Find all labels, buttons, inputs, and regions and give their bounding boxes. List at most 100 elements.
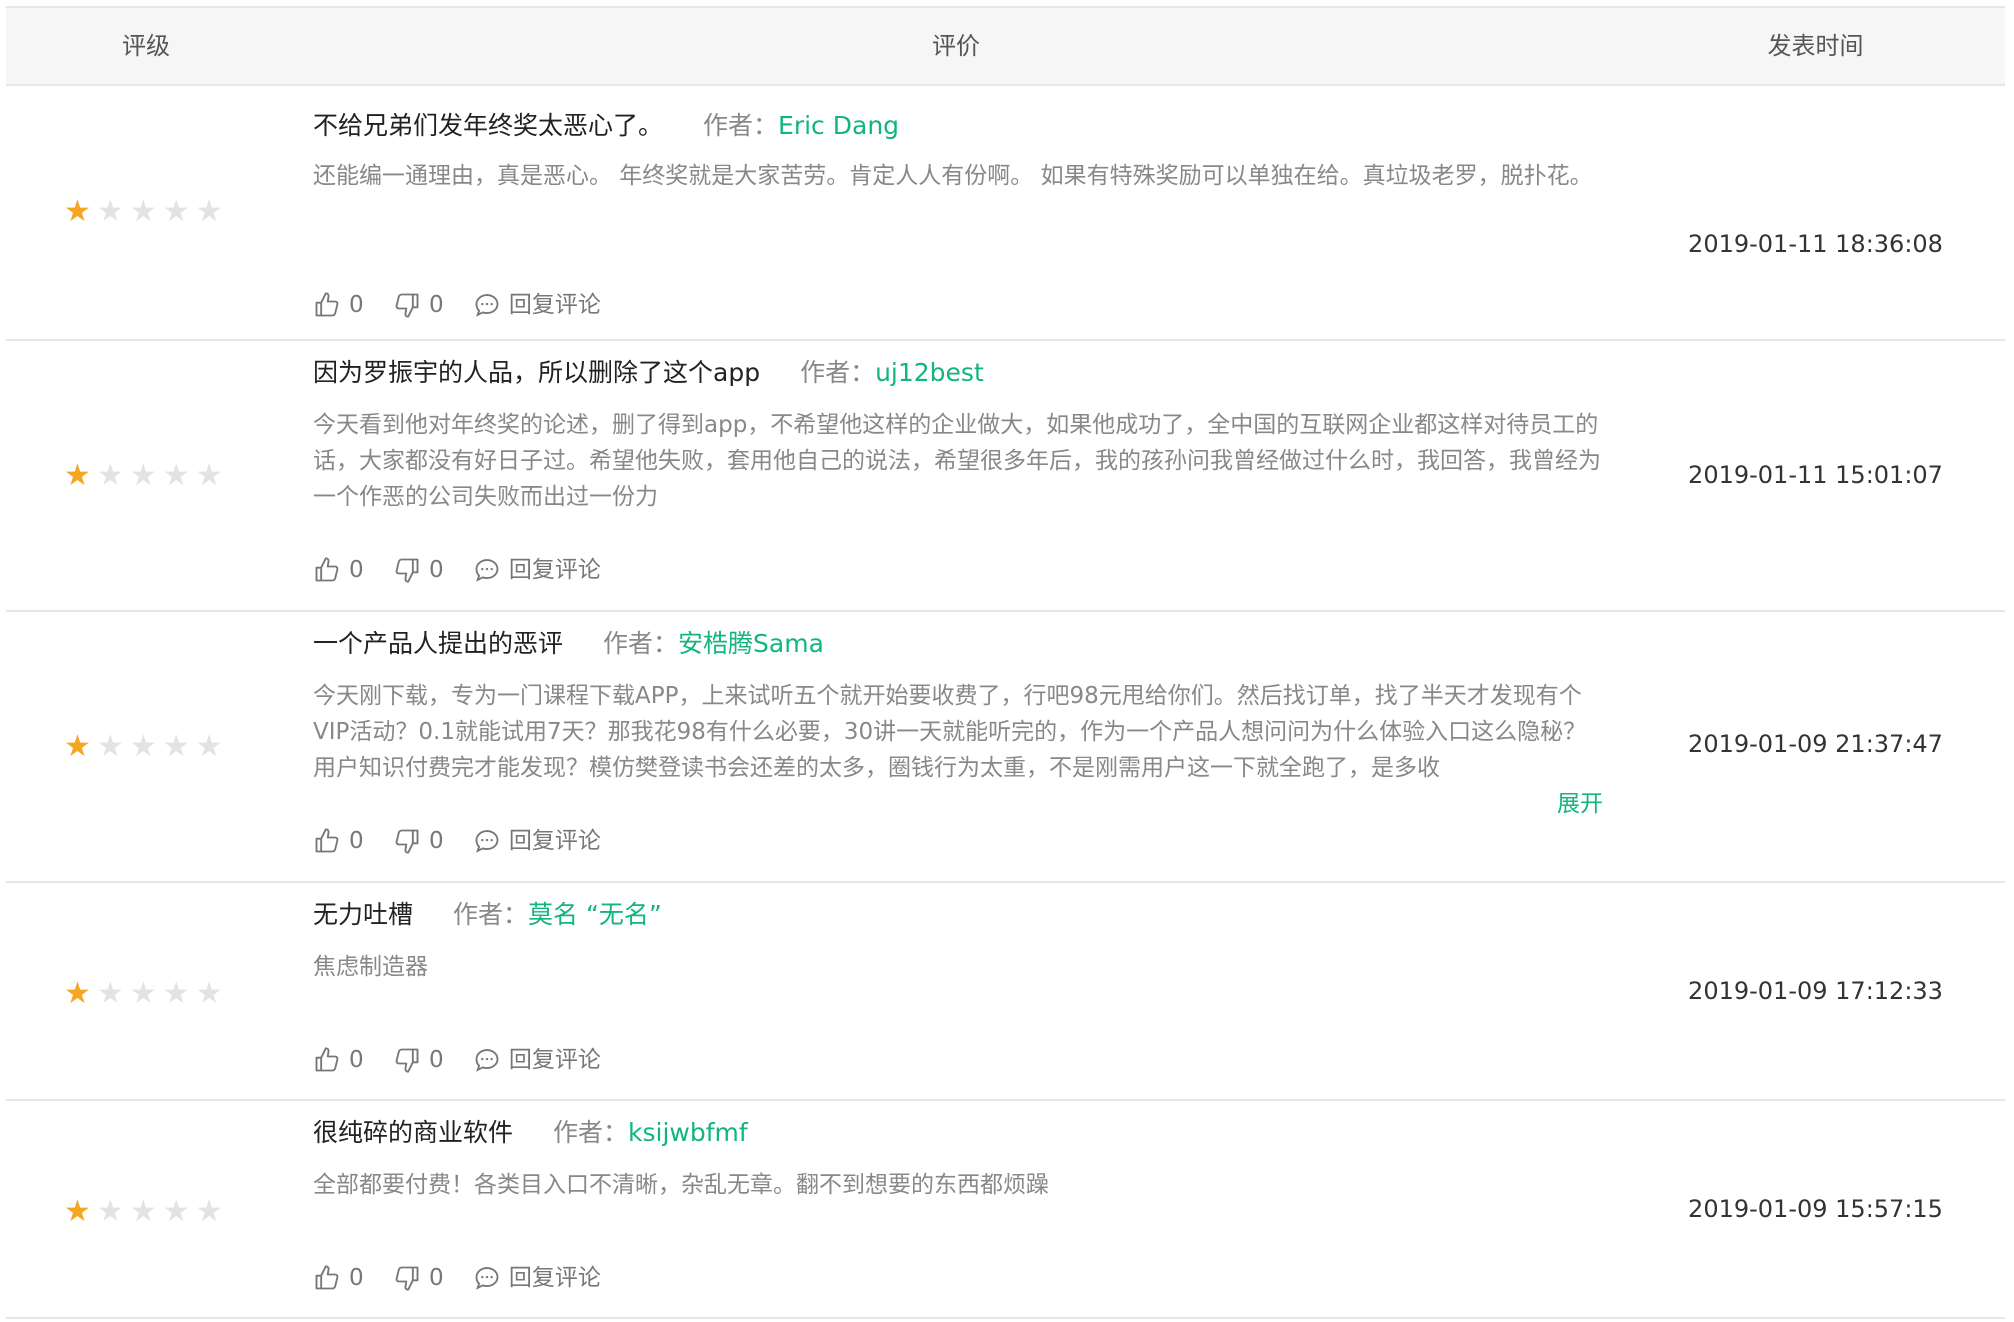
review-body: 还能编一通理由，真是恶心。 年终奖就是大家苦劳。肯定人人有份啊。 如果有特殊奖励… [313, 163, 1593, 189]
star-rating: ★★★★★ [64, 732, 229, 762]
reply-label: 回复评论 [508, 557, 601, 583]
like-button[interactable]: 0 [313, 825, 364, 857]
comment-icon [475, 1267, 499, 1290]
comment-icon [475, 294, 499, 317]
author-label: 作者： [603, 629, 679, 658]
thumbs-up-icon [315, 557, 339, 582]
thumbs-down-icon [395, 829, 419, 854]
star-icon: ★ [64, 1194, 97, 1229]
star-rating: ★★★★★ [64, 197, 229, 227]
review-time: 2019-01-09 21:37:47 [1688, 730, 1943, 758]
thumbs-down-icon [395, 1266, 419, 1291]
thumbs-down-icon [395, 293, 419, 318]
thumbs-up-icon [315, 828, 339, 853]
author-link[interactable]: 莫名 “无名” [528, 900, 662, 929]
header-rating: 评级 [122, 32, 170, 60]
star-icon: ★ [96, 729, 130, 764]
author-link[interactable]: uj12best [875, 358, 984, 387]
star-icon: ★ [129, 458, 163, 493]
star-rating: ★★★★★ [64, 979, 229, 1009]
table-row: ★★★★★ 很纯碎的商业软件 作者：ksijwbfmf 全部都要付费！各类目入口不… [6, 1101, 2005, 1319]
reply-label: 回复评论 [508, 1265, 601, 1291]
like-count: 0 [349, 1047, 364, 1073]
like-count: 0 [349, 557, 364, 583]
reply-button[interactable]: 回复评论 [473, 1262, 601, 1294]
reply-button[interactable]: 回复评论 [473, 1044, 601, 1076]
review-time: 2019-01-09 17:12:33 [1688, 977, 1943, 1005]
author-label: 作者： [800, 358, 876, 387]
author-link[interactable]: Eric Dang [778, 111, 899, 140]
review-title: 因为罗振宇的人品，所以删除了这个app [313, 358, 761, 387]
dislike-count: 0 [428, 828, 444, 854]
star-icon: ★ [195, 194, 229, 229]
star-icon: ★ [129, 729, 163, 764]
star-icon: ★ [64, 976, 97, 1011]
star-icon: ★ [129, 976, 163, 1011]
comment-icon [475, 559, 499, 582]
dislike-button[interactable]: 0 [393, 554, 444, 586]
reply-button[interactable]: 回复评论 [473, 825, 601, 857]
review-title: 很纯碎的商业软件 [313, 1118, 514, 1147]
review-body: 焦虑制造器 [313, 954, 428, 980]
star-rating: ★★★★★ [64, 1197, 229, 1227]
review-title: 不给兄弟们发年终奖太恶心了。 [313, 111, 664, 140]
star-icon: ★ [195, 1194, 229, 1229]
star-icon: ★ [162, 458, 196, 493]
star-icon: ★ [162, 1194, 196, 1229]
header-time: 发表时间 [1767, 32, 1864, 60]
review-body: 全部都要付费！各类目入口不清晰，杂乱无章。翻不到想要的东西都烦躁 [313, 1172, 1049, 1198]
thumbs-down-icon [395, 1048, 419, 1073]
like-count: 0 [349, 292, 364, 318]
like-count: 0 [349, 828, 364, 854]
like-button[interactable]: 0 [313, 554, 364, 586]
star-icon: ★ [96, 976, 130, 1011]
star-icon: ★ [129, 194, 163, 229]
reply-label: 回复评论 [508, 1047, 601, 1073]
star-icon: ★ [64, 729, 97, 764]
like-button[interactable]: 0 [313, 1044, 364, 1076]
dislike-count: 0 [428, 292, 444, 318]
author-link[interactable]: 安梏腾Sama [678, 629, 824, 658]
star-icon: ★ [195, 458, 229, 493]
table-row: ★★★★★ 无力吐槽 作者：莫名 “无名” 焦虑制造器 0 0 回复评论 201… [6, 883, 2005, 1101]
dislike-button[interactable]: 0 [393, 1044, 444, 1076]
comment-icon [475, 830, 499, 853]
review-title: 一个产品人提出的恶评 [313, 629, 564, 658]
reply-label: 回复评论 [508, 292, 601, 318]
review-time: 2019-01-11 18:36:08 [1688, 230, 1943, 258]
author-label: 作者： [453, 900, 529, 929]
author-label: 作者： [553, 1118, 629, 1147]
reply-button[interactable]: 回复评论 [473, 289, 601, 321]
comment-icon [475, 1049, 499, 1072]
star-icon: ★ [129, 1194, 163, 1229]
review-title: 无力吐槽 [313, 900, 414, 929]
like-button[interactable]: 0 [313, 289, 364, 321]
dislike-button[interactable]: 0 [393, 825, 444, 857]
star-icon: ★ [195, 729, 229, 764]
author-link[interactable]: ksijwbfmf [628, 1118, 748, 1147]
table-row: ★★★★★ 因为罗振宇的人品，所以删除了这个app 作者：uj12best 今天看… [6, 341, 2005, 612]
dislike-count: 0 [428, 1265, 444, 1291]
expand-link[interactable]: 展开 [1557, 786, 1603, 822]
review-time: 2019-01-09 15:57:15 [1688, 1195, 1943, 1223]
star-icon: ★ [96, 1194, 130, 1229]
star-icon: ★ [96, 194, 130, 229]
table-header: 评级 评价 发表时间 [6, 8, 2005, 86]
star-icon: ★ [195, 976, 229, 1011]
star-icon: ★ [96, 458, 130, 493]
dislike-count: 0 [428, 557, 444, 583]
reviews-table: 评级 评价 发表时间 ★★★★★ 不给兄弟们发年终奖太恶心了。 作者：Eric D… [6, 6, 2005, 1319]
star-rating: ★★★★★ [64, 461, 229, 491]
reply-button[interactable]: 回复评论 [473, 554, 601, 586]
dislike-button[interactable]: 0 [393, 289, 444, 321]
review-body: 今天刚下载，专为一门课程下载APP，上来试听五个就开始要收费了，行吧98元甩给你… [313, 683, 1587, 781]
star-icon: ★ [162, 194, 196, 229]
star-icon: ★ [162, 976, 196, 1011]
thumbs-up-icon [315, 292, 339, 317]
dislike-button[interactable]: 0 [393, 1262, 444, 1294]
like-button[interactable]: 0 [313, 1262, 364, 1294]
table-row: ★★★★★ 一个产品人提出的恶评 作者：安梏腾Sama 今天刚下载，专为一门课程下… [6, 612, 2005, 883]
table-row: ★★★★★ 不给兄弟们发年终奖太恶心了。 作者：Eric Dang 还能编一通理由… [6, 86, 2005, 341]
thumbs-up-icon [315, 1047, 339, 1072]
star-icon: ★ [64, 458, 97, 493]
